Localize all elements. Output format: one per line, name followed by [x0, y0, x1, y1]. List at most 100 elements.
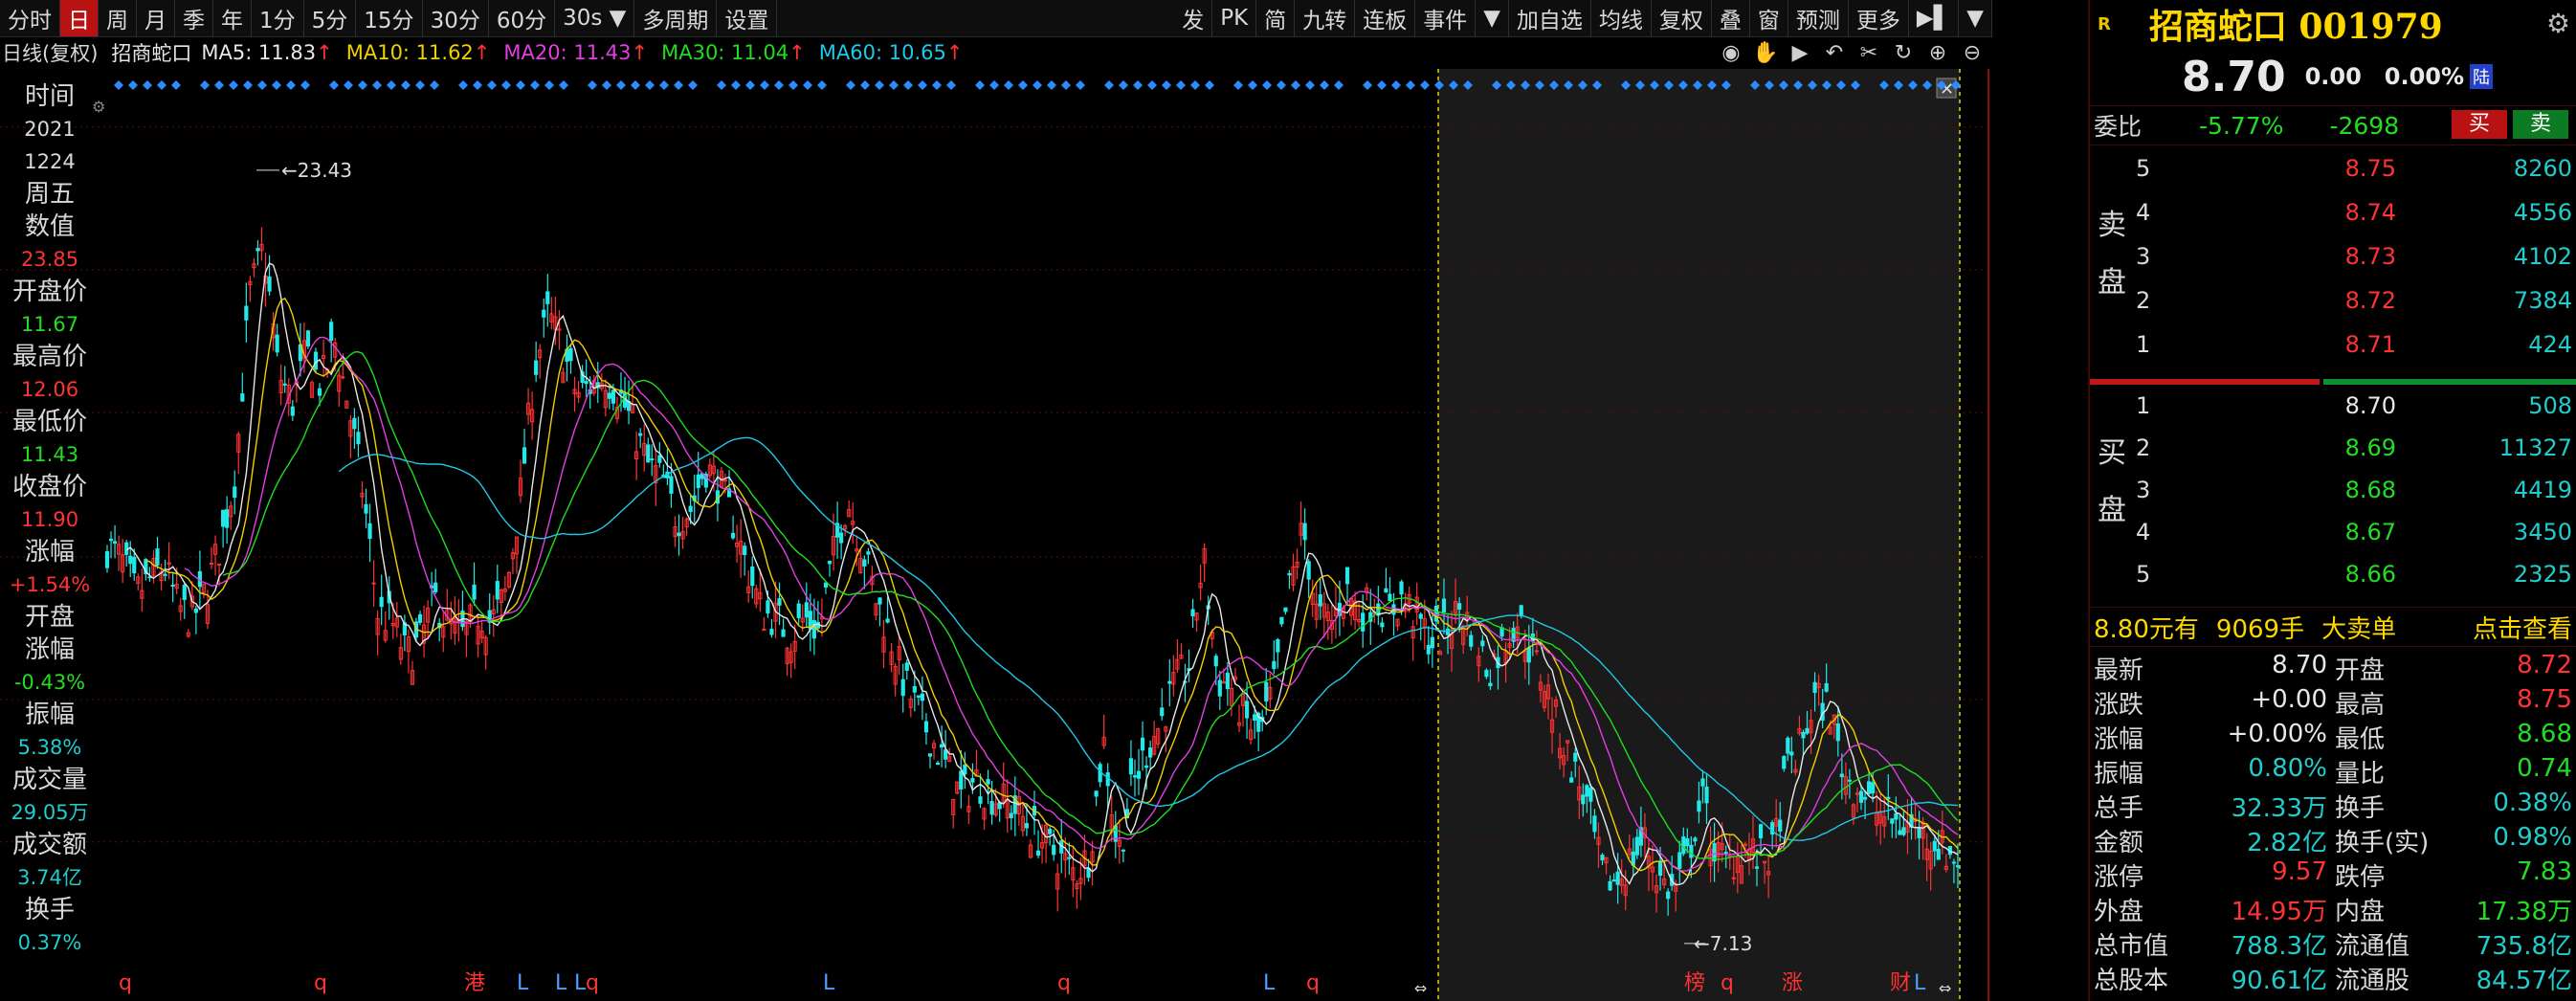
period-tab-60fen[interactable]: 60分 [489, 0, 556, 36]
selection-range[interactable] [1438, 69, 1960, 1001]
signal-marker[interactable] [1334, 80, 1344, 90]
tool-button-fa[interactable]: 发 [1174, 0, 1213, 36]
period-tab-30s[interactable]: 30s ▼ [555, 0, 635, 36]
signal-marker[interactable] [788, 80, 798, 90]
signal-marker[interactable] [688, 80, 698, 90]
period-tab-zhou[interactable]: 周 [99, 0, 137, 36]
signal-marker[interactable] [243, 80, 253, 90]
signal-marker[interactable] [473, 80, 482, 90]
event-marker[interactable]: 港 [464, 971, 485, 995]
period-tab-ri[interactable]: 日 [60, 0, 99, 36]
period-tab-duozhouqi[interactable]: 多周期 [634, 0, 718, 36]
signal-marker[interactable] [1406, 80, 1415, 90]
signal-marker[interactable] [487, 80, 497, 90]
signal-marker[interactable] [803, 80, 812, 90]
signal-marker[interactable] [430, 80, 439, 90]
signal-marker[interactable] [1162, 80, 1171, 90]
signal-marker[interactable] [760, 80, 769, 90]
event-marker[interactable]: L [1263, 971, 1276, 995]
tool-button-shijian[interactable]: 事件 [1415, 0, 1477, 36]
signal-marker[interactable] [128, 80, 138, 90]
ask-row[interactable]: 4 8.74 4556 [2128, 199, 2576, 234]
signal-marker[interactable] [300, 80, 310, 90]
signal-marker[interactable] [1047, 80, 1056, 90]
event-marker[interactable]: q [586, 971, 599, 995]
tool-button-jiuzhuan[interactable]: 九转 [1295, 0, 1356, 36]
signal-marker[interactable] [875, 80, 884, 90]
tool-button-pk[interactable]: PK [1212, 0, 1257, 36]
ticker-view-link[interactable]: 点击查看 [2473, 610, 2572, 645]
event-marker[interactable]: q [1721, 971, 1734, 995]
signal-marker[interactable] [516, 80, 525, 90]
tool-button-more-arrow[interactable]: ▼ [1476, 0, 1509, 36]
play-icon[interactable]: ▶ [1788, 40, 1812, 65]
kline-svg[interactable]: ✕24.3421.3318.3215.2812.279.27←23.43←7.1… [0, 69, 1992, 1001]
signal-marker[interactable] [171, 80, 181, 90]
signal-marker[interactable] [530, 80, 540, 90]
bid-row[interactable]: 2 8.69 11327 [2128, 434, 2576, 469]
signal-marker[interactable] [631, 80, 640, 90]
signal-marker[interactable] [1291, 80, 1300, 90]
signal-marker[interactable] [286, 80, 296, 90]
signal-marker[interactable] [659, 80, 669, 90]
signal-marker[interactable] [731, 80, 741, 90]
event-marker[interactable]: q [1306, 971, 1320, 995]
signal-marker[interactable] [1119, 80, 1128, 90]
signal-marker[interactable] [1061, 80, 1071, 90]
tool-button-die[interactable]: 叠 [1712, 0, 1750, 36]
period-tab-nian[interactable]: 年 [213, 0, 252, 36]
signal-marker[interactable] [1391, 80, 1401, 90]
signal-marker[interactable] [1190, 80, 1200, 90]
signal-marker[interactable] [645, 80, 655, 90]
period-label[interactable]: 日线(复权) [2, 38, 98, 67]
signal-marker[interactable] [860, 80, 870, 90]
tool-button-jiazixuan[interactable]: 加自选 [1509, 0, 1591, 36]
signal-marker[interactable] [616, 80, 626, 90]
event-marker[interactable]: q [314, 971, 327, 995]
range-start-handle[interactable]: ⇔ [1414, 979, 1427, 997]
signal-marker[interactable] [975, 80, 985, 90]
zoom-in-icon[interactable]: ⊕ [1925, 40, 1950, 65]
signal-marker[interactable] [674, 80, 683, 90]
signal-marker[interactable] [932, 80, 942, 90]
signal-marker[interactable] [544, 80, 554, 90]
hand-icon[interactable]: ✋ [1752, 40, 1778, 65]
signal-marker[interactable] [458, 80, 468, 90]
event-marker[interactable]: L [823, 971, 835, 995]
signal-marker[interactable] [559, 80, 568, 90]
big-order-ticker[interactable]: 8.80元有 9069手 大卖单 点击查看 [2090, 607, 2576, 647]
signal-marker[interactable] [1076, 80, 1085, 90]
settings-gear-icon[interactable]: ⚙ [2546, 8, 2570, 39]
bid-row[interactable]: 1 8.70 508 [2128, 392, 2576, 427]
signal-marker[interactable] [415, 80, 425, 90]
kline-chart[interactable]: ✕24.3421.3318.3215.2812.279.27←23.43←7.1… [0, 69, 1992, 1001]
event-marker[interactable]: 榜 [1684, 971, 1705, 995]
signal-marker[interactable] [1018, 80, 1028, 90]
event-marker[interactable]: 财 [1890, 971, 1911, 995]
scissors-icon[interactable]: ✂ [1856, 40, 1881, 65]
signal-marker[interactable] [143, 80, 152, 90]
period-tab-5fen[interactable]: 5分 [304, 0, 357, 36]
signal-marker[interactable] [1205, 80, 1214, 90]
period-tab-yue[interactable]: 月 [137, 0, 175, 36]
eye-icon[interactable]: ◉ [1719, 40, 1743, 65]
signal-marker[interactable] [1262, 80, 1272, 90]
tool-button-chuang[interactable]: 窗 [1750, 0, 1788, 36]
tool-button-gengduo[interactable]: 更多 [1849, 0, 1909, 36]
signal-marker[interactable] [344, 80, 353, 90]
zoom-out-icon[interactable]: ⊖ [1960, 40, 1985, 65]
signal-marker[interactable] [1104, 80, 1114, 90]
ask-row[interactable]: 2 8.72 7384 [2128, 287, 2576, 322]
signal-marker[interactable] [918, 80, 927, 90]
undo-icon[interactable]: ↶ [1822, 40, 1847, 65]
signal-marker[interactable] [717, 80, 726, 90]
signal-marker[interactable] [1320, 80, 1329, 90]
signal-marker[interactable] [358, 80, 367, 90]
signal-marker[interactable] [846, 80, 855, 90]
signal-marker[interactable] [257, 80, 267, 90]
signal-marker[interactable] [1176, 80, 1186, 90]
signal-marker[interactable] [774, 80, 784, 90]
event-marker[interactable]: L [517, 971, 529, 995]
signal-marker[interactable] [889, 80, 899, 90]
signal-marker[interactable] [903, 80, 913, 90]
